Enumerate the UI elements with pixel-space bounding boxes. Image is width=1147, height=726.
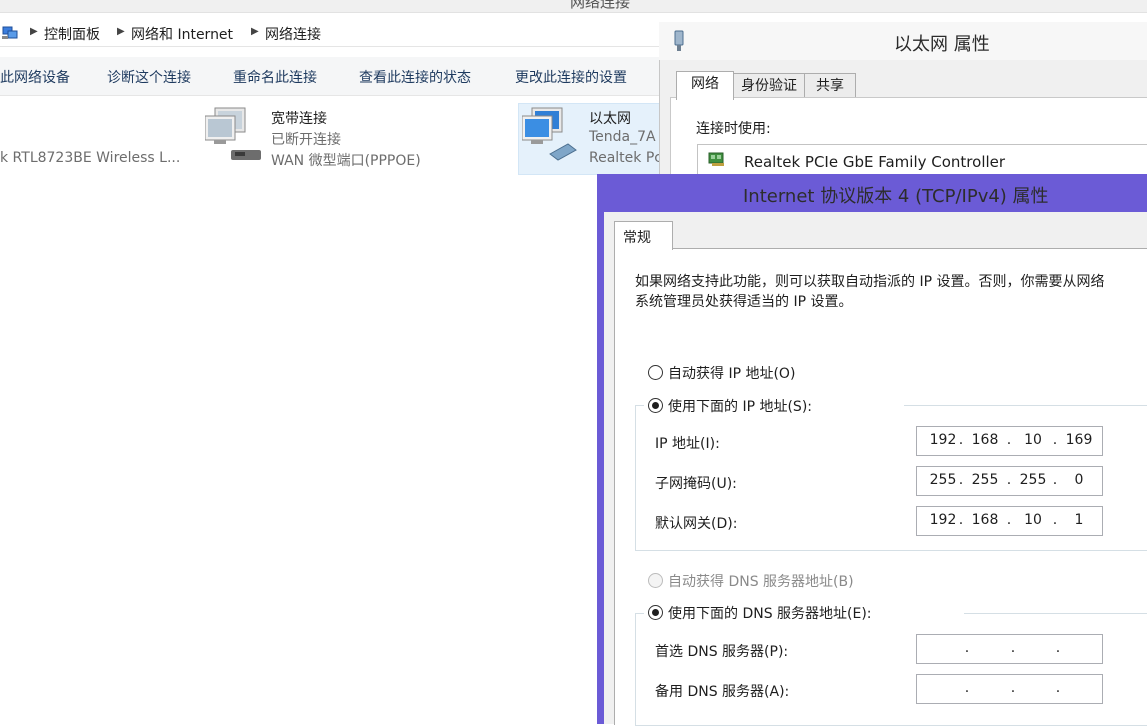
ip-octet-1: 192 — [929, 432, 957, 448]
disable-device-command[interactable]: 此网络设备 — [0, 67, 70, 87]
tab-networking-label: 网络 — [691, 76, 719, 92]
ethernet-device-name: Realtek Pc — [589, 150, 662, 166]
default-gateway-label: 默认网关(D): — [655, 516, 738, 532]
network-folder-icon — [2, 26, 18, 39]
subnet-mask-input[interactable]: 255 . 255 . 255 . 0 — [916, 466, 1103, 496]
breadcrumb-separator-icon[interactable]: ▶ — [117, 26, 125, 37]
view-status-command[interactable]: 查看此连接的状态 — [359, 67, 471, 87]
change-settings-command[interactable]: 更改此连接的设置 — [515, 67, 627, 87]
obtain-ip-auto-label[interactable]: 自动获得 IP 地址(O) — [668, 363, 795, 383]
obtain-dns-auto-label[interactable]: 自动获得 DNS 服务器地址(B) — [668, 571, 854, 591]
subnet-octet-3: 255 — [1019, 472, 1047, 488]
broadband-connection-status: 已断开连接 — [271, 132, 341, 148]
ip-octet-4: 169 — [1065, 432, 1093, 448]
tab-authentication[interactable]: 身份验证 — [733, 73, 805, 99]
obtain-dns-auto-radio[interactable] — [648, 573, 663, 588]
subnet-octet-4: 0 — [1074, 472, 1084, 488]
ethernet-connection-name[interactable]: 以太网 — [589, 108, 631, 128]
ethernet-network-name: Tenda_7A — [589, 129, 656, 145]
tab-sharing-label: 共享 — [816, 78, 844, 94]
ipv4-dialog-title-bar[interactable]: Internet 协议版本 4 (TCP/IPv4) 属性 — [597, 174, 1147, 212]
gateway-octet-2: 168 — [971, 512, 999, 528]
diagnose-connection-command[interactable]: 诊断这个连接 — [107, 67, 191, 87]
explorer-title-bar: 网络连接 — [0, 0, 1147, 13]
breadcrumb-separator-icon[interactable]: ▶ — [30, 26, 38, 37]
ip-address-input[interactable]: 192 . 168 . 10 . 169 — [916, 426, 1103, 456]
obtain-ip-auto-radio[interactable] — [648, 365, 663, 380]
tab-authentication-label: 身份验证 — [741, 78, 797, 94]
preferred-dns-input[interactable]: . . . — [916, 634, 1103, 664]
use-following-ip-radio[interactable] — [648, 398, 663, 413]
tab-networking[interactable]: 网络 — [676, 71, 734, 100]
broadband-connection-icon[interactable] — [205, 106, 265, 168]
alternate-dns-label: 备用 DNS 服务器(A): — [655, 684, 790, 700]
alternate-dns-input[interactable]: . . . — [916, 674, 1103, 704]
connect-using-label: 连接时使用: — [696, 121, 771, 137]
ip-octet-3: 10 — [1024, 432, 1042, 448]
ipv4-description-line1: 如果网络支持此功能，则可以获取自动指派的 IP 设置。否则，你需要从网络 — [635, 274, 1105, 290]
tab-general-label: 常规 — [623, 230, 651, 246]
breadcrumb-network-connections[interactable]: 网络连接 — [265, 24, 321, 44]
explorer-title: 网络连接 — [570, 0, 631, 11]
subnet-octet-2: 255 — [971, 472, 999, 488]
adapter-name: Realtek PCIe GbE Family Controller — [744, 153, 1006, 171]
ethernet-connection-icon[interactable] — [522, 106, 582, 168]
gateway-octet-1: 192 — [929, 512, 957, 528]
wireless-device-name[interactable]: k RTL8723BE Wireless L... — [0, 150, 180, 166]
subnet-octet-1: 255 — [929, 472, 957, 488]
breadcrumb-network-internet[interactable]: 网络和 Internet — [131, 24, 233, 44]
default-gateway-input[interactable]: 192 . 168 . 10 . 1 — [916, 506, 1103, 536]
preferred-dns-label: 首选 DNS 服务器(P): — [655, 644, 789, 660]
breadcrumb-control-panel[interactable]: 控制面板 — [44, 24, 100, 44]
network-card-icon — [708, 152, 724, 166]
broadband-device-name: WAN 微型端口(PPPOE) — [271, 153, 421, 169]
gateway-octet-3: 10 — [1024, 512, 1042, 528]
subnet-mask-label: 子网掩码(U): — [655, 476, 737, 492]
dns-server-group — [635, 613, 1147, 726]
breadcrumb-separator-icon[interactable]: ▶ — [251, 26, 259, 37]
use-following-dns-label[interactable]: 使用下面的 DNS 服务器地址(E): — [668, 603, 872, 623]
tab-general[interactable]: 常规 — [614, 221, 673, 250]
ipv4-description-line2: 系统管理员处获得适当的 IP 设置。 — [635, 294, 853, 310]
use-following-dns-radio[interactable] — [648, 605, 663, 620]
ethernet-properties-title-bar[interactable]: 以太网 属性 — [659, 22, 1147, 60]
ip-octet-2: 168 — [971, 432, 999, 448]
ipv4-dialog-title: Internet 协议版本 4 (TCP/IPv4) 属性 — [743, 186, 1049, 207]
rename-connection-command[interactable]: 重命名此连接 — [233, 67, 317, 87]
use-following-ip-label[interactable]: 使用下面的 IP 地址(S): — [668, 396, 812, 416]
ethernet-properties-title: 以太网 属性 — [894, 34, 990, 55]
ip-address-label: IP 地址(I): — [655, 436, 720, 452]
tab-sharing[interactable]: 共享 — [804, 73, 856, 99]
adapter-field: Realtek PCIe GbE Family Controller — [697, 144, 1147, 176]
network-adapter-icon — [674, 30, 684, 51]
broadband-connection-name[interactable]: 宽带连接 — [271, 108, 327, 128]
gateway-octet-4: 1 — [1074, 512, 1084, 528]
